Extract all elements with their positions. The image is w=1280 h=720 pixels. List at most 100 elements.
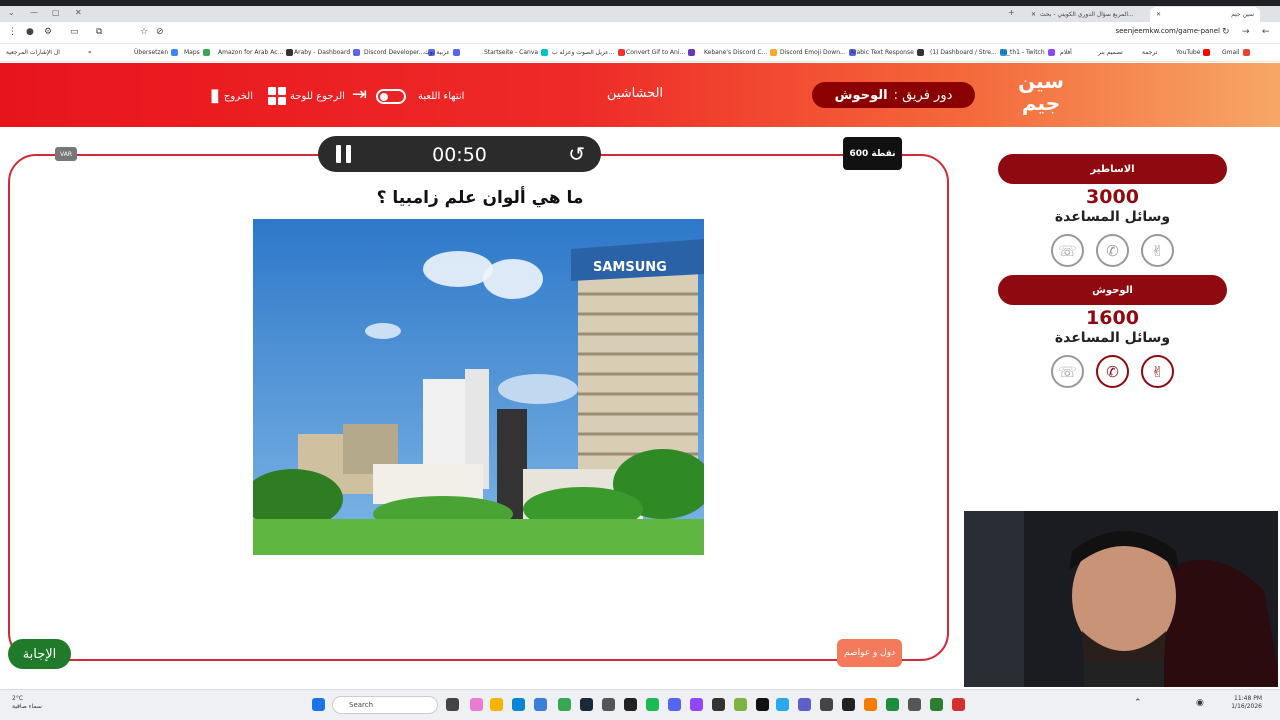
- svg-text:SAMSUNG: SAMSUNG: [593, 260, 667, 275]
- grid-icon: [268, 87, 286, 105]
- site-logo[interactable]: سين جيم: [1012, 70, 1070, 120]
- tiktok-icon[interactable]: [756, 698, 769, 711]
- system-clock[interactable]: 11:48 PM 1/16/2026: [1231, 695, 1262, 711]
- app-icon[interactable]: [930, 698, 943, 711]
- network-icon[interactable]: ◉: [1196, 698, 1209, 711]
- call-friend-two-icon[interactable]: ☏: [1051, 355, 1084, 388]
- extensions-icon[interactable]: ⚙: [44, 27, 52, 37]
- bookmark-item[interactable]: (1) Dashboard / Stre...: [930, 49, 1007, 56]
- app-icon[interactable]: [734, 698, 747, 711]
- bookmark-item[interactable]: Gmail: [1222, 49, 1250, 56]
- team-name-monsters: الوحوش: [998, 275, 1227, 305]
- copilot-icon[interactable]: [470, 698, 483, 711]
- close-window-icon[interactable]: ✕: [75, 8, 82, 17]
- menu-icon[interactable]: ⋮: [8, 27, 17, 37]
- sidebar-icon[interactable]: ▭: [70, 27, 79, 37]
- bookmark-item[interactable]: YouTube: [1176, 49, 1211, 56]
- timer-bar: 00:50 ↺: [318, 136, 601, 172]
- eye-off-icon[interactable]: ⊘: [156, 27, 164, 37]
- turn-indicator: دور فريق : الوحوش: [812, 82, 975, 108]
- team-score-monsters: 1600: [1086, 307, 1139, 329]
- bookmark-item[interactable]: عربية بوت: [424, 49, 460, 56]
- tab-seenjeem[interactable]: ✕ سين جيم: [1150, 7, 1260, 22]
- team-aids-label: وسائل المساعدة: [1054, 330, 1171, 346]
- victory-hand-icon[interactable]: ✌: [1141, 234, 1174, 267]
- start-menu-icon[interactable]: [312, 698, 325, 711]
- windows-taskbar: 2°C سماء صافية Search ⌃ ◉ 11:48 PM 1/16/…: [0, 689, 1280, 720]
- discord-icon[interactable]: [668, 698, 681, 711]
- back-icon[interactable]: ←: [1262, 27, 1270, 37]
- exit-door-icon: ▮: [210, 85, 220, 106]
- bookmark-item[interactable]: Discord Emoji Down...: [780, 49, 856, 56]
- bookmark-item[interactable]: Maps: [184, 49, 210, 56]
- phone-icon[interactable]: ✆: [1096, 234, 1129, 267]
- close-tab-icon[interactable]: ✕: [1031, 11, 1036, 18]
- game-title: الحشاشين: [606, 86, 664, 101]
- reload-icon[interactable]: ↻: [1222, 27, 1230, 37]
- minimize-icon[interactable]: —: [30, 8, 38, 17]
- toggle-switch[interactable]: [376, 88, 406, 104]
- bookmark-item[interactable]: Convert Gif to Ani...: [626, 49, 696, 56]
- call-friend-two-icon[interactable]: ☏: [1051, 234, 1084, 267]
- victory-hand-icon[interactable]: ✌: [1141, 355, 1174, 388]
- new-tab-icon[interactable]: +: [1008, 8, 1015, 17]
- app-icon[interactable]: [712, 698, 725, 711]
- puzzle-icon[interactable]: ⧉: [96, 27, 102, 37]
- exit-button[interactable]: الخروج ▮: [210, 86, 253, 106]
- phone-icon[interactable]: ✆: [1096, 355, 1129, 388]
- forward-icon[interactable]: →: [1242, 27, 1250, 37]
- points-badge: 600 نقطة: [843, 137, 902, 170]
- bookmark-overflow[interactable]: «: [88, 49, 92, 56]
- tab-search-icon[interactable]: ⌄: [8, 8, 15, 17]
- maximize-icon[interactable]: ▢: [52, 8, 60, 17]
- bookmark-item[interactable]: أفلام: [1060, 49, 1072, 56]
- teams-icon[interactable]: [798, 698, 811, 711]
- terminal-icon[interactable]: [842, 698, 855, 711]
- weather-widget[interactable]: 2°C سماء صافية: [12, 695, 42, 711]
- store-icon[interactable]: [534, 698, 547, 711]
- end-game-toggle[interactable]: انتهاء اللعبة: [376, 86, 464, 106]
- back-to-board-button[interactable]: الرجوع للوحة: [268, 86, 345, 106]
- task-view-icon[interactable]: [446, 698, 459, 711]
- close-tab-icon[interactable]: ✕: [1156, 11, 1161, 18]
- spotify-icon[interactable]: [646, 698, 659, 711]
- chrome-icon[interactable]: [558, 698, 571, 711]
- edge-icon[interactable]: [512, 698, 525, 711]
- bookmark-item[interactable]: Startseite - Canva: [484, 49, 549, 56]
- excel-icon[interactable]: [886, 698, 899, 711]
- taskbar-search[interactable]: Search: [332, 696, 438, 714]
- app-icon[interactable]: [908, 698, 921, 711]
- bookmark-item[interactable]: ilo_th1 - Twitch: [1000, 49, 1055, 56]
- question-text: ما هي ألوان علم زامبيا ؟: [376, 188, 584, 208]
- team-score-legends: 3000: [1086, 186, 1139, 208]
- app-icon[interactable]: [602, 698, 615, 711]
- steam-icon[interactable]: [580, 698, 593, 711]
- bookmark-item[interactable]: Übersetzen: [134, 49, 179, 56]
- app-icon[interactable]: [952, 698, 965, 711]
- bookmark-item[interactable]: Araby - Dashboard: [294, 49, 361, 56]
- app-icon[interactable]: [820, 698, 833, 711]
- bookmarks-bar: ال الإشارات المرجعية « Übersetzen Maps A…: [0, 44, 1280, 62]
- tray-chevron-icon[interactable]: ⌃: [1134, 698, 1147, 711]
- question-image: SAMSUNG: [253, 219, 704, 555]
- webcam-overlay: [962, 509, 1280, 689]
- address-bar: ⋮ ● ⚙ ▭ ⧉ ☆ ⊘ seenjeemkw.com/game-panel …: [0, 22, 1280, 44]
- app-icon[interactable]: [864, 698, 877, 711]
- bookmark-item[interactable]: Kebane's Discord C...: [704, 49, 778, 56]
- url-text[interactable]: seenjeemkw.com/game-panel: [1115, 27, 1220, 35]
- bookmark-star-icon[interactable]: ☆: [140, 27, 148, 37]
- bookmark-item[interactable]: ال الإشارات المرجعية: [6, 49, 60, 56]
- bookmark-item[interactable]: Arabic Text Response: [850, 49, 924, 56]
- obs-icon[interactable]: [624, 698, 637, 711]
- reset-timer-icon[interactable]: ↺: [568, 142, 585, 166]
- telegram-icon[interactable]: [776, 698, 789, 711]
- file-explorer-icon[interactable]: [490, 698, 503, 711]
- bookmark-item[interactable]: عزيل الصوت وعزله ب...: [552, 49, 625, 56]
- bookmark-item[interactable]: تصميم بنر: [1098, 49, 1123, 56]
- profile-icon[interactable]: ●: [26, 27, 34, 37]
- bookmark-item[interactable]: ترجمة: [1142, 49, 1157, 56]
- show-answer-button[interactable]: الإجابة: [8, 639, 71, 669]
- twitch-icon[interactable]: [690, 698, 703, 711]
- bookmark-item[interactable]: Amazon for Arab Ac...: [218, 49, 294, 56]
- tab-question-search[interactable]: ✕ المربع سؤال الدوري الكويتي - بحث...: [1025, 7, 1145, 22]
